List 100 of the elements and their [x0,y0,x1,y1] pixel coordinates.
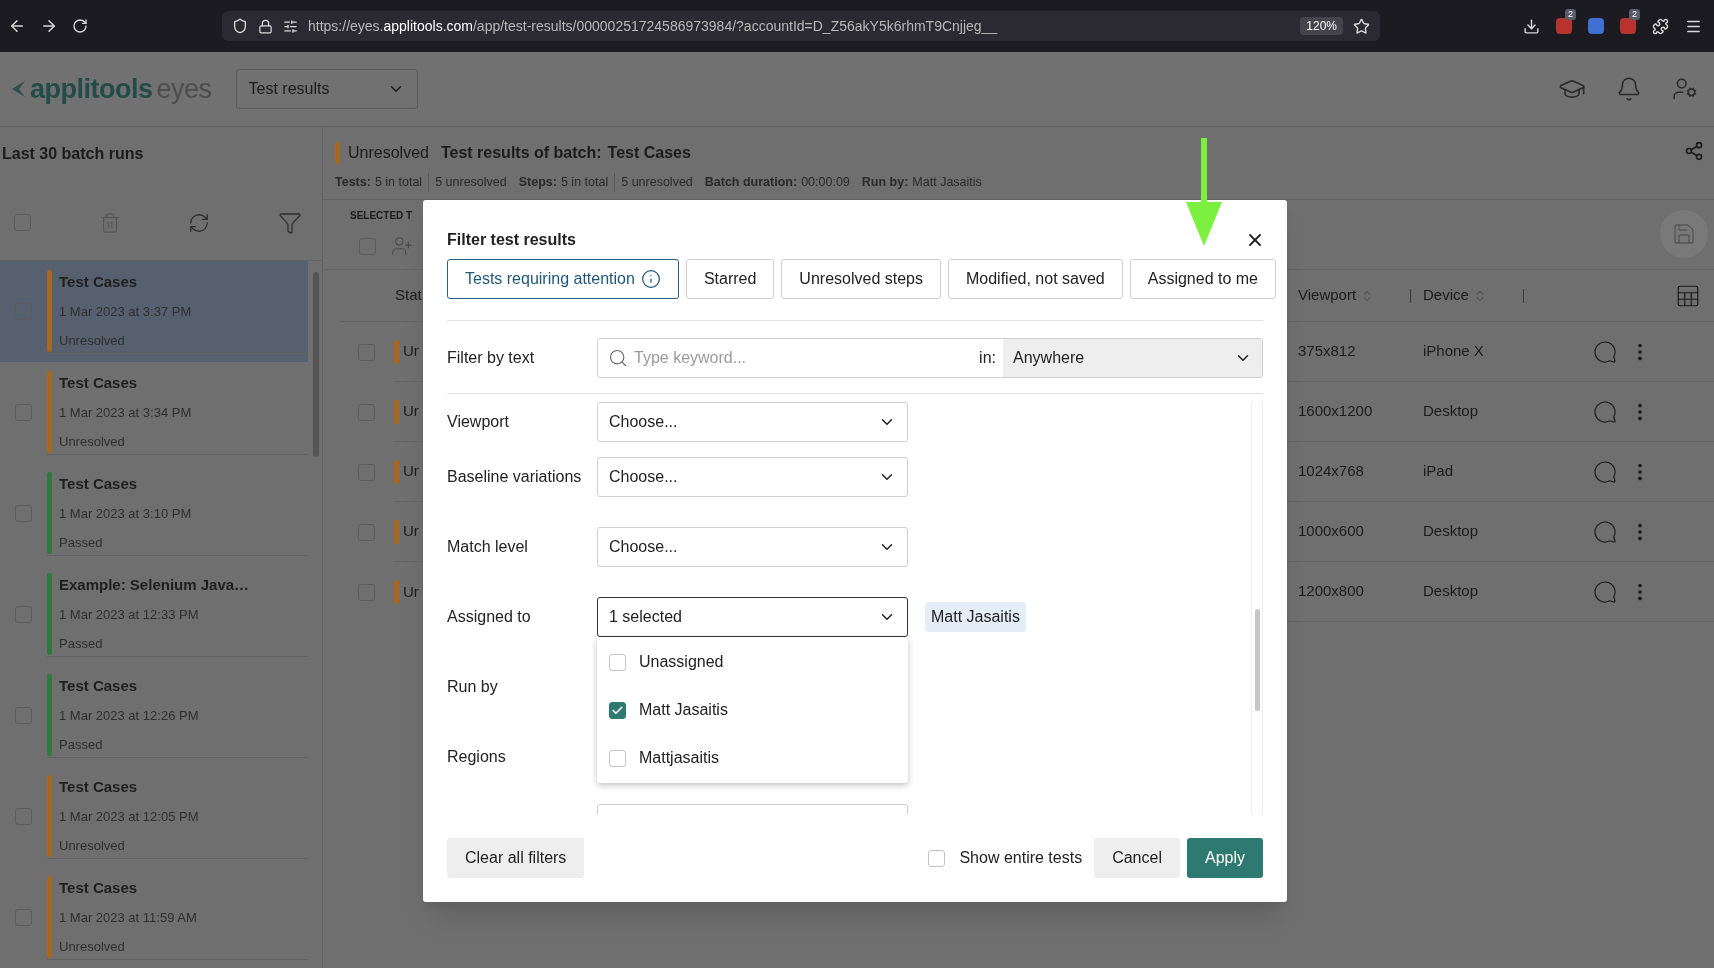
text-filter-field[interactable]: Type keyword... in: Anywhere [597,338,1263,378]
url-text: https://eyes.applitools.com/app/test-results/00000251724586973984/?accountId=D_Z56akY5k6rhmT9Cnjjeg__ [308,16,998,36]
share-icon[interactable] [1684,141,1704,161]
scope-select[interactable]: Anywhere [1003,339,1262,377]
status-text: Ur [403,581,419,602]
select-field[interactable]: Choose... [597,527,908,567]
extensions-icon[interactable] [1652,17,1669,35]
extension-badge: 2 [1565,9,1576,20]
table-cell-text: 1000x600 [1298,521,1365,542]
batch-status: Unresolved [59,938,126,956]
field-label: Regions [447,747,507,767]
stat-value: 5 unresolved [614,173,693,192]
quick-filter-tab[interactable]: Assigned to me [1129,259,1276,299]
table-cell-text: 1200x800 [1298,581,1365,602]
selected-tag: Matt Jasaitis [925,602,1026,632]
batch-name: Test Cases [59,776,139,797]
dropdown-option[interactable]: Matt Jasaitis [597,686,908,734]
checkmark-icon [611,703,624,717]
batch-status: Unresolved [348,143,429,163]
batch-date: 1 Mar 2023 at 3:10 PM [59,505,192,524]
table-cell-text: Desktop [1423,401,1480,422]
dropdown-option[interactable]: Mattjasaitis [597,734,908,782]
batch-name: Test Cases [59,675,139,696]
batch-date: 1 Mar 2023 at 3:37 PM [59,303,192,322]
checkbox[interactable] [928,849,946,867]
table-cell-text: 375x812 [1298,341,1357,362]
checkbox[interactable] [609,653,626,671]
stat-value: 00:00:09 [801,174,850,191]
save-icon [1672,222,1696,246]
batch-status: Unresolved [59,837,126,855]
quick-filter-tab[interactable]: Unresolved steps [781,259,941,299]
quick-filter-tab[interactable]: Modified, not saved [947,259,1123,299]
batch-date: 1 Mar 2023 at 12:05 PM [59,808,199,827]
stat-label: Batch duration: [704,174,798,191]
batch-title-label: Test results of batch: [440,143,602,163]
download-icon[interactable] [1523,17,1540,35]
extension-badge: 2 [1629,9,1640,20]
scope-label: in: [979,348,996,368]
shield-icon [232,18,248,34]
table-cell-text: Desktop [1423,581,1480,602]
quick-filter-tab[interactable]: Starred [685,259,775,299]
status-text: Ur [403,401,419,422]
stat-value: 5 unresolved [428,173,507,192]
filter-icon[interactable] [277,210,302,235]
batch-name: Test Cases [59,877,139,898]
stat-value: 5 in total [374,174,423,191]
checkbox[interactable] [609,701,626,719]
stat-label: Steps: [518,174,557,191]
refresh-icon[interactable] [188,211,211,234]
checkbox[interactable] [609,749,626,767]
info-icon[interactable] [640,269,661,289]
field-label: Assigned to [447,607,532,627]
select-field[interactable]: 1 selected [597,597,908,637]
batch-name: Test Cases [59,473,139,494]
table-cell-text: 1600x1200 [1298,401,1374,422]
comment-icon[interactable] [1593,519,1617,544]
batch-status: Passed [59,534,104,552]
dropdown-option[interactable]: Unassigned [597,638,908,686]
select-field[interactable]: Choose... [597,457,908,497]
table-cell-text: iPhone X [1423,341,1485,362]
stat-label: Run by: [861,174,909,191]
comment-icon[interactable] [1593,399,1617,424]
zoom-level[interactable]: 120% [1300,17,1343,35]
comment-icon[interactable] [1593,459,1617,484]
comment-icon[interactable] [1593,339,1617,364]
status-text: Ur [403,341,419,362]
batch-date: 1 Mar 2023 at 12:33 PM [59,606,200,625]
selected-label: SELECTED T [350,209,413,223]
back-icon[interactable] [8,17,26,35]
batch-status: Unresolved [59,332,126,350]
assign-user-icon[interactable] [391,235,413,257]
clear-filters-button[interactable]: Clear all filters [447,838,585,878]
table-cell-text: 1024x768 [1298,461,1365,482]
delete-icon[interactable] [98,211,121,234]
table-cell-text: Desktop [1423,521,1480,542]
address-bar[interactable]: https://eyes.applitools.com/app/test-results/00000251724586973984/?accountId=D_Z56akY5k6rhmT9Cnjjeg__ 120% [222,11,1380,41]
user-settings-icon[interactable] [1672,76,1698,102]
comment-icon[interactable] [1593,579,1617,604]
extension-icon[interactable] [1588,18,1604,34]
stat-value: 5 in total [560,174,609,191]
cancel-button[interactable]: Cancel [1094,838,1180,878]
batch-status: Unresolved [59,433,126,451]
save-button[interactable] [1660,210,1708,258]
field-label: Filter by text [447,348,536,368]
batch-date: 1 Mar 2023 at 11:59 AM [59,909,197,928]
field-label: Viewport [447,412,510,432]
extension-icon[interactable] [1620,18,1636,34]
quick-filter-tab[interactable]: Tests requiring attention [447,259,679,299]
notifications-icon[interactable] [1616,76,1642,102]
field-label: Run by [447,677,499,697]
select-field[interactable]: Choose... [597,402,908,442]
bookmark-star-icon[interactable] [1353,17,1370,35]
extension-icon[interactable] [1556,18,1572,34]
batch-status: Passed [59,635,104,653]
reload-icon[interactable] [72,18,88,34]
forward-icon[interactable] [40,17,58,35]
batch-name: Test Cases [59,372,139,393]
sidebar-title: Last 30 batch runs [1,144,145,164]
lock-icon [258,18,273,34]
apply-button[interactable]: Apply [1186,838,1263,878]
